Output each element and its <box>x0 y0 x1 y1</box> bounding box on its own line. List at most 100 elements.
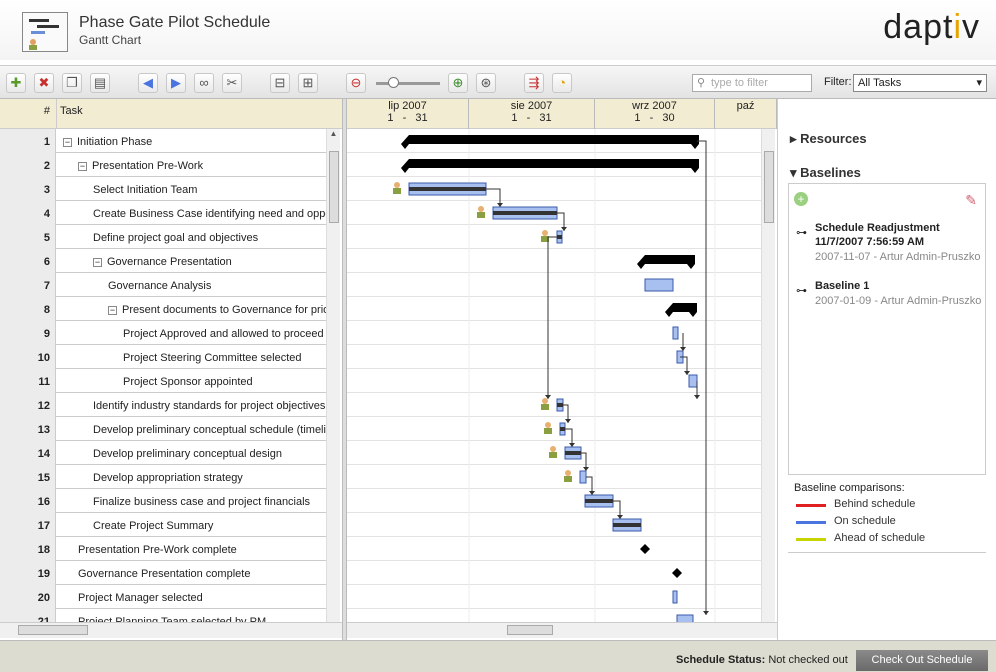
table-row[interactable]: 19 Governance Presentation complete <box>0 561 326 585</box>
task-bar[interactable] <box>579 470 587 484</box>
summary-bar[interactable] <box>637 255 695 269</box>
column-header-number[interactable]: # <box>0 99 56 129</box>
task-name[interactable]: − Governance Presentation <box>57 249 326 273</box>
milestone-diamond[interactable] <box>640 544 650 554</box>
summary-bar[interactable] <box>401 135 699 149</box>
task-name[interactable]: − Presentation Pre-Work <box>57 153 326 177</box>
resource-icon[interactable] <box>549 452 557 458</box>
delete-task-icon[interactable]: ✖ <box>34 73 54 93</box>
task-progress[interactable] <box>409 187 486 191</box>
indent-icon[interactable]: ▶ <box>166 73 186 93</box>
progress-icon[interactable]: ◔ <box>552 73 572 93</box>
task-name[interactable]: Develop preliminary conceptual design <box>57 441 326 465</box>
table-row[interactable]: 5 Define project goal and objectives <box>0 225 326 249</box>
table-row[interactable]: 9 Project Approved and allowed to proceed <box>0 321 326 345</box>
resource-icon[interactable] <box>545 422 551 428</box>
collapse-toggle-icon[interactable]: − <box>93 257 102 267</box>
dependency-arrow[interactable] <box>684 371 690 375</box>
baseline-name[interactable]: Baseline 1 <box>815 280 869 292</box>
task-name[interactable]: Finalize business case and project finan… <box>57 489 326 513</box>
table-row[interactable]: 3 Select Initiation Team <box>0 177 326 201</box>
table-row[interactable]: 8− Present documents to Governance for pr… <box>0 297 326 321</box>
panel-splitter[interactable] <box>777 99 786 640</box>
task-name[interactable]: Select Initiation Team <box>57 177 326 201</box>
collapse-all-icon[interactable]: ⊟ <box>270 73 290 93</box>
table-row[interactable]: 14 Develop preliminary conceptual design <box>0 441 326 465</box>
summary-bar[interactable] <box>665 303 697 317</box>
scrollbar-thumb[interactable] <box>507 625 553 635</box>
zoom-slider-handle[interactable] <box>388 77 399 88</box>
table-row[interactable]: 15 Develop appropriation strategy <box>0 465 326 489</box>
resource-icon[interactable] <box>544 428 552 434</box>
dependency-arrow[interactable] <box>694 395 700 399</box>
task-name[interactable]: − Present documents to Governance for pri… <box>57 297 326 321</box>
dependency-arrow[interactable] <box>565 419 571 423</box>
task-name[interactable]: Project Sponsor appointed <box>57 369 326 393</box>
dependency-link[interactable] <box>486 188 501 207</box>
dependency-arrow[interactable] <box>703 611 709 615</box>
task-name[interactable]: Develop appropriation strategy <box>57 465 326 489</box>
task-name[interactable]: Governance Presentation complete <box>57 561 326 585</box>
table-row[interactable]: 2− Presentation Pre-Work <box>0 153 326 177</box>
add-task-icon[interactable]: ✚ <box>6 73 26 93</box>
add-baseline-icon[interactable]: + <box>794 192 808 206</box>
task-progress[interactable] <box>493 211 557 215</box>
dependency-arrow[interactable] <box>583 467 589 471</box>
table-row[interactable]: 17 Create Project Summary <box>0 513 326 537</box>
resources-section[interactable]: ▸ Resources <box>790 131 867 147</box>
resource-icon[interactable] <box>550 446 556 452</box>
task-progress[interactable] <box>565 451 581 455</box>
dependency-link[interactable] <box>547 236 561 399</box>
task-name[interactable]: Define project goal and objectives <box>57 225 326 249</box>
task-name[interactable]: Project Steering Committee selected <box>57 345 326 369</box>
baseline-name[interactable]: Schedule Readjustment <box>815 222 940 234</box>
table-row[interactable]: 16 Finalize business case and project fin… <box>0 489 326 513</box>
baselines-section[interactable]: ▾ Baselines <box>790 165 861 181</box>
milestone-diamond[interactable] <box>672 568 682 578</box>
filter-search-input[interactable]: ⚲ type to filter <box>692 74 812 92</box>
expand-all-icon[interactable]: ⊞ <box>298 73 318 93</box>
resource-icon[interactable] <box>394 182 400 188</box>
task-bar[interactable] <box>644 278 674 292</box>
resource-icon[interactable] <box>542 230 548 236</box>
table-row[interactable]: 18 Presentation Pre-Work complete <box>0 537 326 561</box>
eraser-icon[interactable]: ✎ <box>965 192 977 209</box>
table-row[interactable]: 7 Governance Analysis <box>0 273 326 297</box>
summary-bar[interactable] <box>401 159 699 173</box>
task-bar[interactable] <box>676 614 694 622</box>
resource-icon[interactable] <box>541 404 549 410</box>
task-name[interactable]: Develop preliminary conceptual schedule … <box>57 417 326 441</box>
table-row[interactable]: 20 Project Manager selected <box>0 585 326 609</box>
chart-horizontal-scrollbar[interactable] <box>347 622 777 638</box>
dependency-arrow[interactable] <box>589 491 595 495</box>
task-name[interactable]: Identify industry standards for project … <box>57 393 326 417</box>
dependency-arrow[interactable] <box>569 443 575 447</box>
resource-icon[interactable] <box>477 212 485 218</box>
task-name[interactable]: − Initiation Phase <box>57 129 326 153</box>
critical-path-icon[interactable]: ⇶ <box>524 73 544 93</box>
collapse-toggle-icon[interactable]: − <box>63 137 72 147</box>
dependency-arrow[interactable] <box>497 203 503 207</box>
table-row[interactable]: 10 Project Steering Committee selected <box>0 345 326 369</box>
zoom-fit-icon[interactable]: ⊛ <box>476 73 496 93</box>
filter-select[interactable]: All Tasks ▾ <box>853 74 987 92</box>
task-name[interactable]: Project Approved and allowed to proceed <box>57 321 326 345</box>
scrollbar-thumb[interactable] <box>764 151 774 223</box>
scrollbar-thumb[interactable] <box>329 151 339 223</box>
task-name[interactable]: Presentation Pre-Work complete <box>57 537 326 561</box>
table-row[interactable]: 1− Initiation Phase <box>0 129 326 153</box>
zoom-slider[interactable] <box>376 77 440 88</box>
zoom-out-icon[interactable]: ⊖ <box>346 73 366 93</box>
collapse-toggle-icon[interactable]: − <box>78 161 87 171</box>
task-progress[interactable] <box>560 427 565 431</box>
task-name[interactable]: Create Project Summary <box>57 513 326 537</box>
resource-icon[interactable] <box>393 188 401 194</box>
dependency-arrow[interactable] <box>561 227 567 231</box>
table-row[interactable]: 13 Develop preliminary conceptual schedul… <box>0 417 326 441</box>
table-row[interactable]: 4 Create Business Case identifying need a… <box>0 201 326 225</box>
table-row[interactable]: 21 Project Planning Team selected by PM <box>0 609 326 622</box>
paste-icon[interactable]: ▤ <box>90 73 110 93</box>
task-name[interactable]: Project Planning Team selected by PM <box>57 609 326 622</box>
table-row[interactable]: 6− Governance Presentation <box>0 249 326 273</box>
link-icon[interactable]: ∞ <box>194 73 214 93</box>
